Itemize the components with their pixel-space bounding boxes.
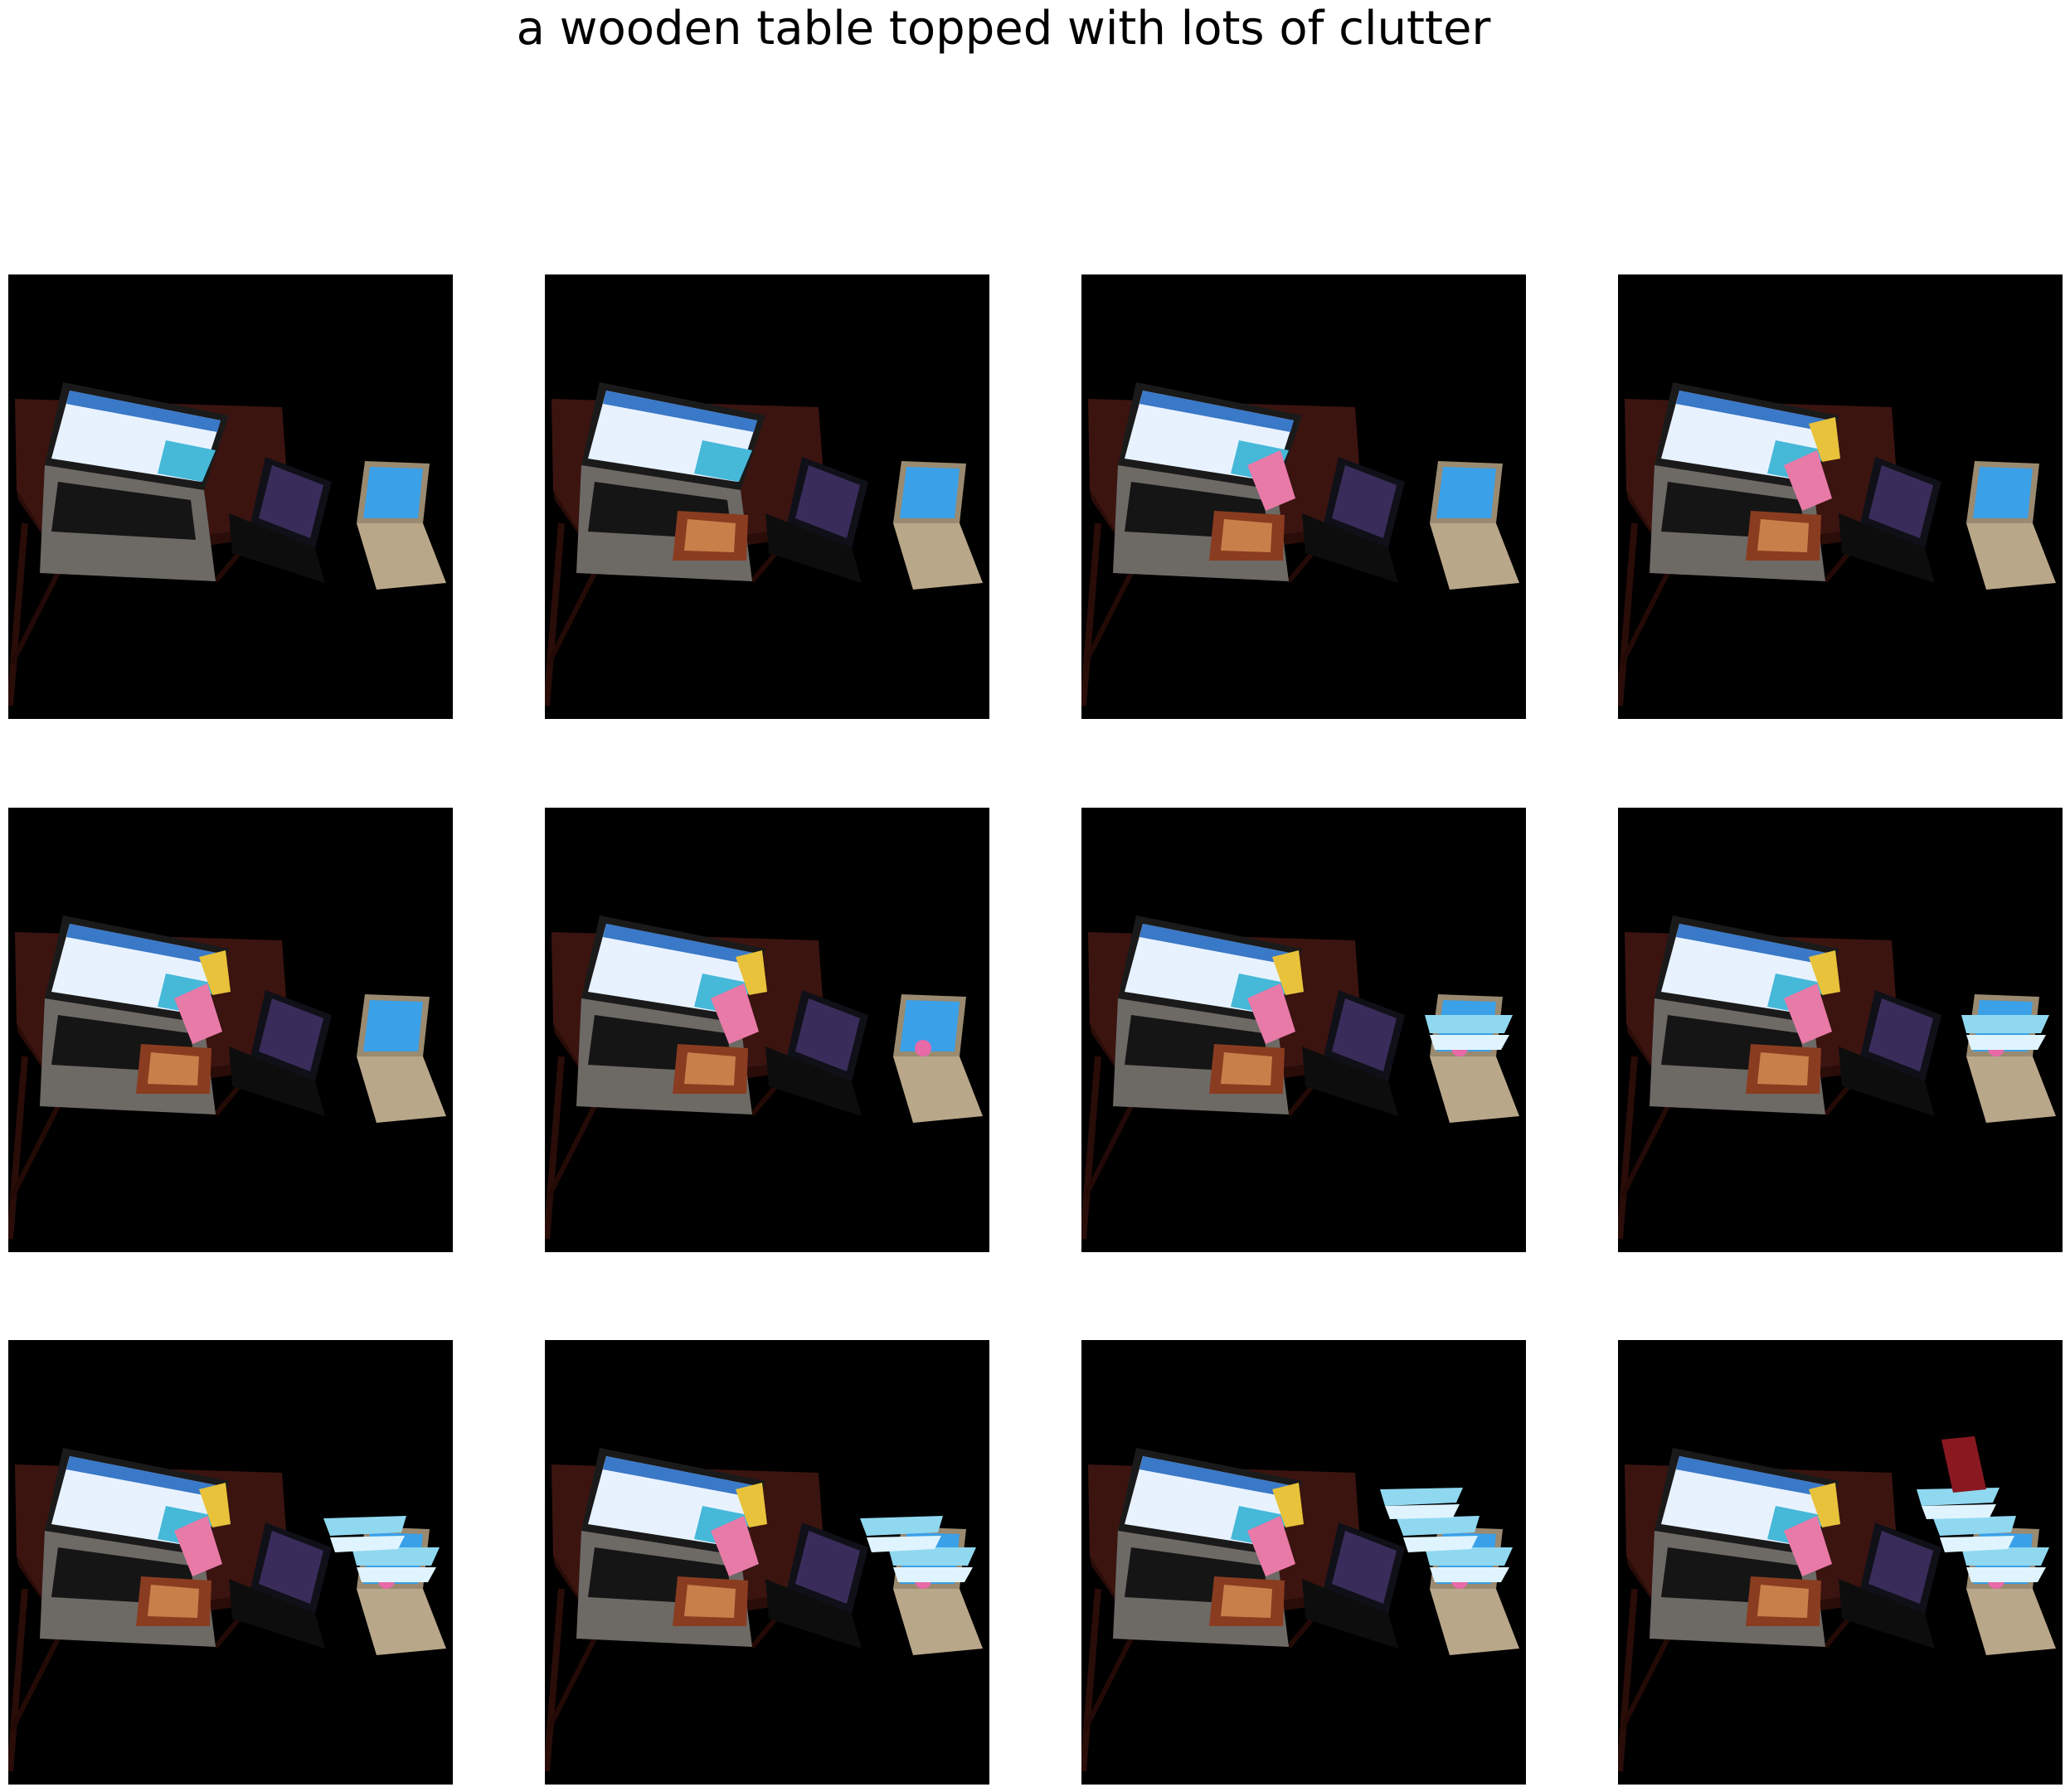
frame-image-2 [545,274,989,719]
frame-image-12 [1618,1340,2063,1785]
frame-image-8 [1618,808,2063,1252]
figure-title: a wooden table topped with lots of clutt… [516,2,1491,56]
frame-image-7 [1081,808,1526,1252]
frame-image-3 [1081,274,1526,719]
frame-image-1 [8,274,453,719]
frame-image-10 [545,1340,989,1785]
frame-image-6 [545,808,989,1252]
frame-image-9 [8,1340,453,1785]
frame-image-4 [1618,274,2063,719]
frame-image-5 [8,808,453,1252]
frame-image-11 [1081,1340,1526,1785]
